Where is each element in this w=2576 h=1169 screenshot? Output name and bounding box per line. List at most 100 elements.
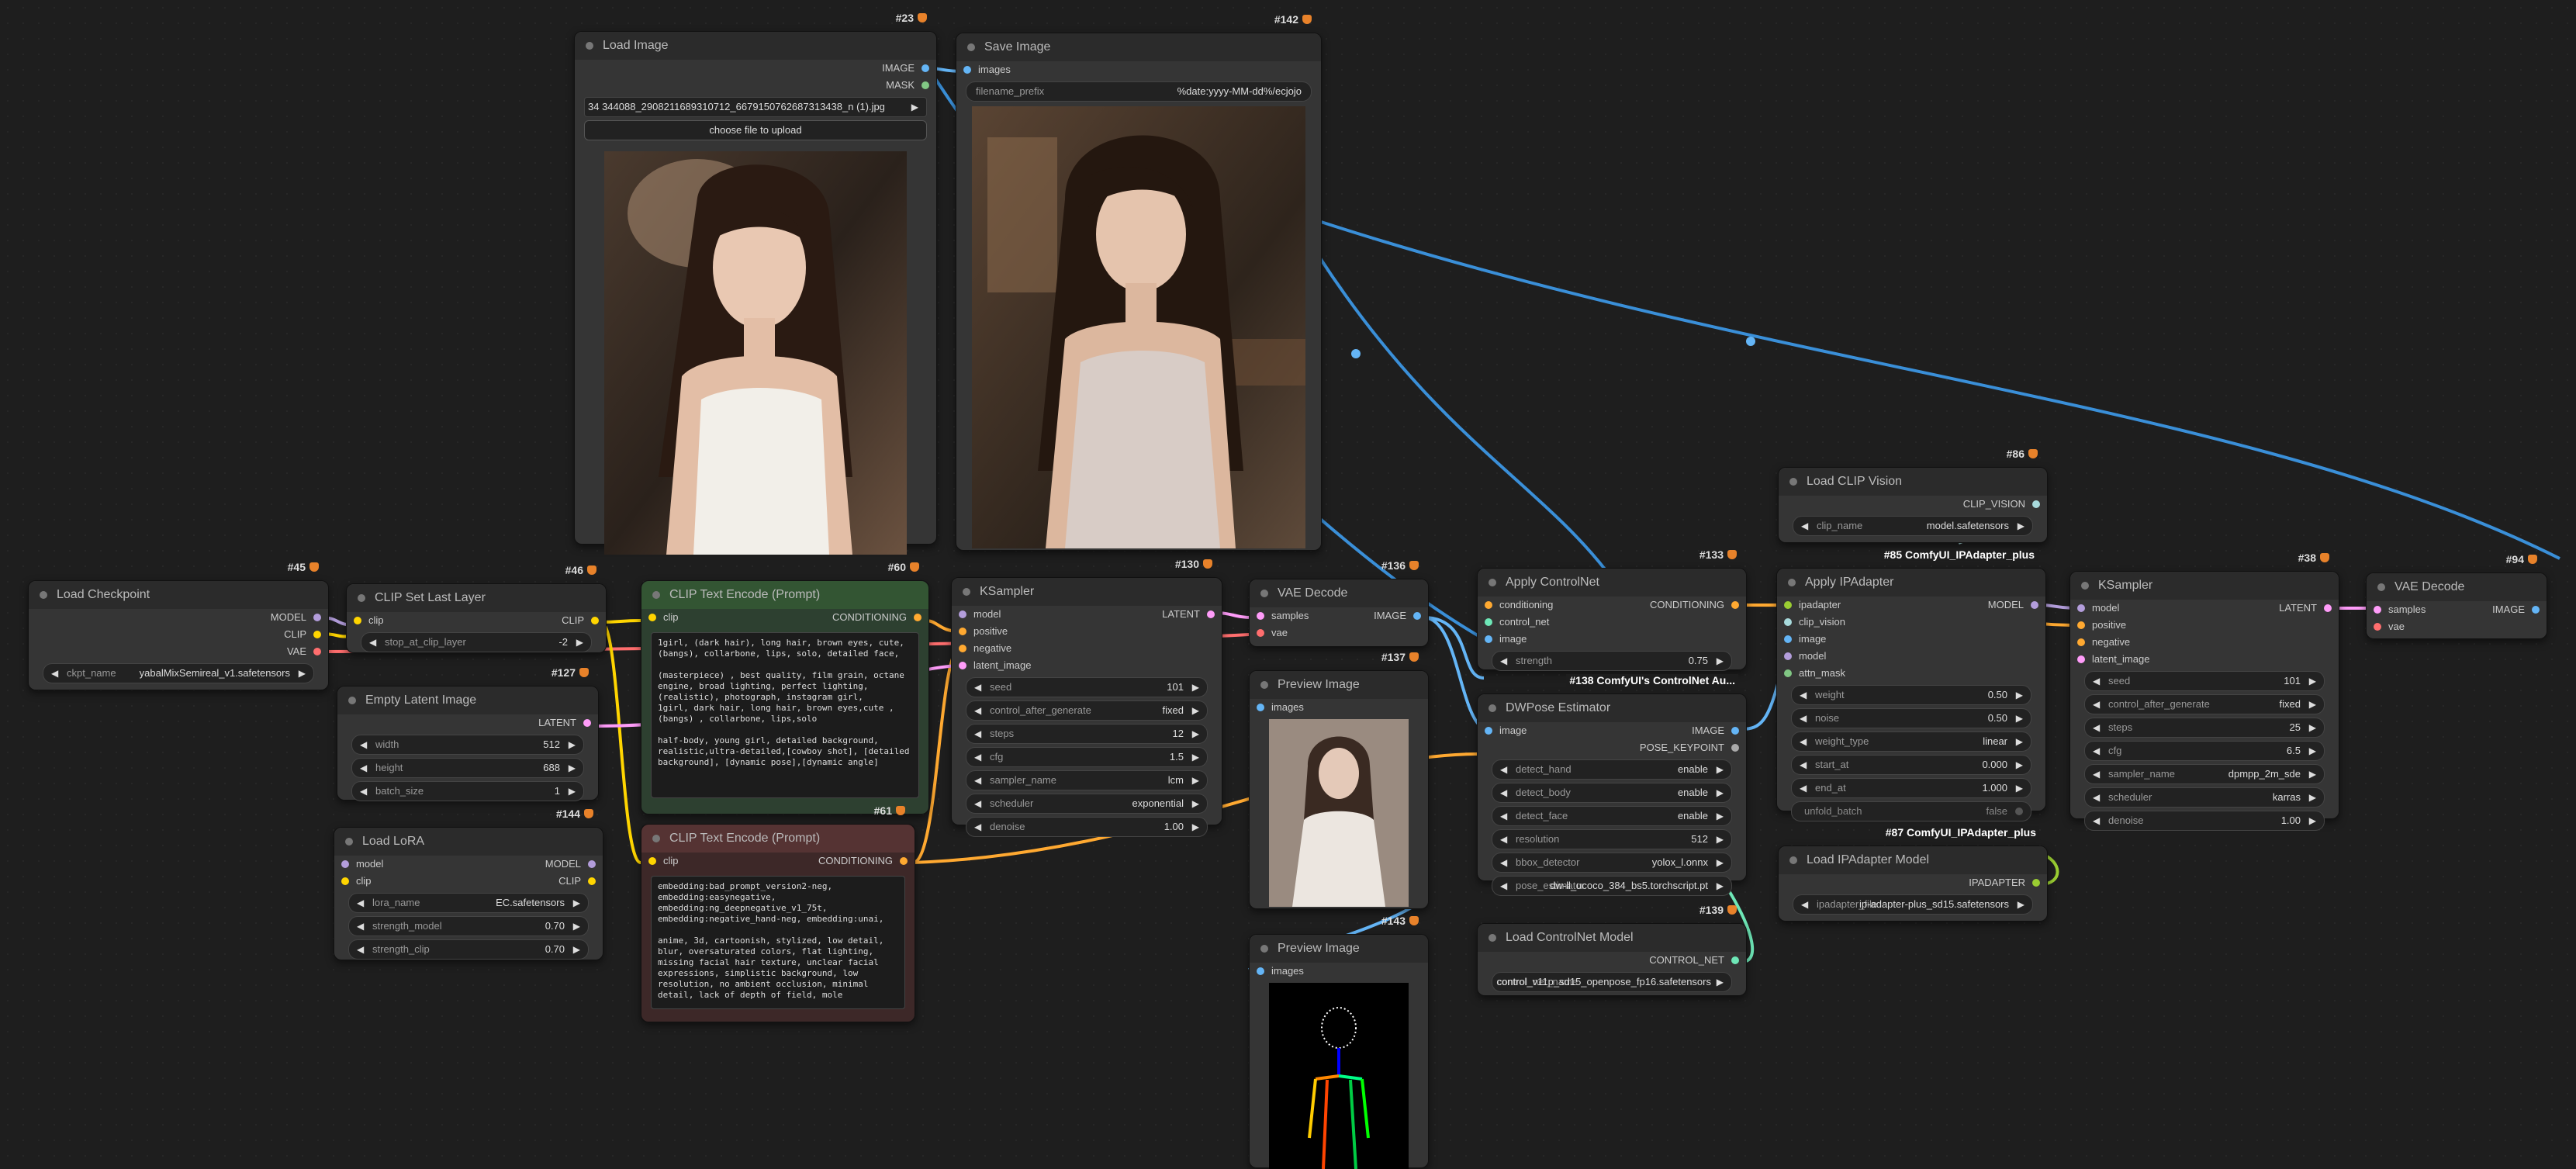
- scheduler-select[interactable]: ◀ scheduler exponential ▶: [966, 794, 1208, 814]
- node-title[interactable]: Save Image: [956, 33, 1321, 61]
- input-model[interactable]: model MODEL: [334, 856, 603, 873]
- seed-field[interactable]: ◀ seed 101 ▶: [2084, 671, 2325, 691]
- lora-name-select[interactable]: ◀ lora_name EC.safetensors ▶: [348, 893, 589, 913]
- strength-field[interactable]: ◀ strength 0.75 ▶: [1492, 651, 1732, 671]
- node-dwpose-estimator[interactable]: #138 ComfyUI's ControlNet Au... DWPose E…: [1477, 674, 1747, 896]
- input-latent-image[interactable]: latent_image: [2070, 651, 2339, 668]
- unfold-batch-toggle[interactable]: unfold_batch false: [1791, 801, 2031, 821]
- denoise-field[interactable]: ◀ denoise 1.00 ▶: [966, 817, 1208, 837]
- input-clip[interactable]: clip CONDITIONING: [641, 609, 928, 626]
- positive-prompt-textarea[interactable]: 1girl, (dark hair), long hair, brown eye…: [651, 632, 919, 798]
- choose-file-button[interactable]: choose file to upload: [584, 120, 927, 140]
- input-clip-vision[interactable]: clip_vision: [1777, 614, 2045, 631]
- node-title[interactable]: Apply ControlNet: [1478, 569, 1746, 597]
- ipadapter-file-select[interactable]: ◀ ipadapter_file ip-adapter-plus_sd15.safe…: [1793, 894, 2033, 915]
- resolution-field[interactable]: ◀ resolution 512 ▶: [1492, 829, 1732, 849]
- steps-field[interactable]: ◀ steps 25 ▶: [2084, 718, 2325, 738]
- node-title[interactable]: KSampler: [2070, 572, 2339, 600]
- output-clip[interactable]: CLIP: [29, 626, 328, 643]
- input-negative[interactable]: negative: [2070, 634, 2339, 651]
- node-vae-decode-2[interactable]: #94 VAE Decode samples IMAGE vae: [2366, 553, 2547, 639]
- start-at-field[interactable]: ◀ start_at 0.000 ▶: [1791, 755, 2031, 775]
- node-save-image[interactable]: #142 Save Image images filename_prefix %d…: [956, 13, 1322, 551]
- node-title[interactable]: Load LoRA: [334, 828, 603, 856]
- ckpt-name-select[interactable]: ◀ ckpt_name yabalMixSemireal_v1.safetensor…: [43, 663, 314, 683]
- input-vae[interactable]: vae: [2367, 618, 2547, 635]
- node-apply-controlnet[interactable]: #133 Apply ControlNet conditioning CONDIT…: [1477, 548, 1747, 671]
- image-file-select[interactable]: 34 344088_2908211689310712_6679150762687…: [584, 97, 927, 117]
- node-title[interactable]: Empty Latent Image: [337, 687, 598, 714]
- input-samples[interactable]: samples IMAGE: [2367, 601, 2547, 618]
- node-clip-text-encode-positive[interactable]: #60 CLIP Text Encode (Prompt) clip CONDIT…: [641, 561, 929, 814]
- input-model[interactable]: model LATENT: [952, 606, 1222, 623]
- detect-face-select[interactable]: ◀ detect_face enable ▶: [1492, 806, 1732, 826]
- input-control-net[interactable]: control_net: [1478, 614, 1746, 631]
- end-at-field[interactable]: ◀ end_at 1.000 ▶: [1791, 778, 2031, 798]
- node-title[interactable]: Apply IPAdapter: [1777, 569, 2045, 597]
- strength-clip-field[interactable]: ◀ strength_clip 0.70 ▶: [348, 939, 589, 960]
- node-title[interactable]: DWPose Estimator: [1478, 694, 1746, 722]
- scheduler-select[interactable]: ◀ scheduler karras ▶: [2084, 787, 2325, 808]
- node-title[interactable]: CLIP Text Encode (Prompt): [641, 581, 928, 609]
- output-clip-vision[interactable]: CLIP_VISION: [1779, 496, 2047, 513]
- node-title[interactable]: VAE Decode: [1250, 579, 1428, 607]
- filename-prefix-field[interactable]: filename_prefix %date:yyyy-MM-dd%/ecjojo: [966, 81, 1312, 102]
- seed-field[interactable]: ◀ seed 101 ▶: [966, 677, 1208, 697]
- input-negative[interactable]: negative: [952, 640, 1222, 657]
- output-mask[interactable]: MASK: [575, 77, 936, 94]
- weight-type-select[interactable]: ◀ weight_type linear ▶: [1791, 731, 2031, 752]
- node-title[interactable]: KSampler: [952, 578, 1222, 606]
- output-vae[interactable]: VAE: [29, 643, 328, 660]
- node-load-lora[interactable]: #144 Load LoRA model MODEL clip CLIP ◀ lora…: [334, 808, 603, 960]
- pose-estimator-select[interactable]: ◀ pose_estimator dw-ll_ucoco_384_bs5.torch…: [1492, 876, 1732, 896]
- node-empty-latent-image[interactable]: #127 Empty Latent Image LATENT ◀ width 512…: [337, 666, 599, 801]
- node-preview-image-2[interactable]: #143 Preview Image images: [1249, 915, 1429, 1169]
- output-model[interactable]: MODEL: [29, 609, 328, 626]
- node-title[interactable]: Preview Image: [1250, 671, 1428, 699]
- node-load-clip-vision[interactable]: #86 Load CLIP Vision CLIP_VISION ◀ clip_n…: [1778, 448, 2048, 543]
- input-image[interactable]: image IMAGE: [1478, 722, 1746, 739]
- node-title[interactable]: Preview Image: [1250, 935, 1428, 963]
- input-images[interactable]: images: [956, 61, 1321, 78]
- batch-size-field[interactable]: ◀ batch_size 1 ▶: [351, 781, 584, 801]
- input-positive[interactable]: positive: [2070, 617, 2339, 634]
- denoise-field[interactable]: ◀ denoise 1.00 ▶: [2084, 811, 2325, 831]
- noise-field[interactable]: ◀ noise 0.50 ▶: [1791, 708, 2031, 728]
- node-title[interactable]: Load CLIP Vision: [1779, 468, 2047, 496]
- node-clip-text-encode-negative[interactable]: #61 CLIP Text Encode (Prompt) clip CONDIT…: [641, 804, 915, 1022]
- output-image[interactable]: IMAGE: [575, 60, 936, 77]
- input-model[interactable]: model LATENT: [2070, 600, 2339, 617]
- cfg-field[interactable]: ◀ cfg 1.5 ▶: [966, 747, 1208, 767]
- input-conditioning[interactable]: conditioning CONDITIONING: [1478, 597, 1746, 614]
- node-title[interactable]: Load IPAdapter Model: [1779, 846, 2047, 874]
- node-load-image[interactable]: #23 Load Image IMAGE MASK 34 344088_2908…: [574, 12, 937, 555]
- input-image[interactable]: image: [1478, 631, 1746, 648]
- node-ksampler-2[interactable]: #38 KSampler model LATENT positive negati…: [2069, 552, 2339, 831]
- clip-name-select[interactable]: ◀ clip_name model.safetensors ▶: [1793, 516, 2033, 536]
- input-attn-mask[interactable]: attn_mask: [1777, 665, 2045, 682]
- node-clip-set-last-layer[interactable]: #46 CLIP Set Last Layer clip CLIP ◀ stop_a…: [346, 564, 607, 653]
- width-field[interactable]: ◀ width 512 ▶: [351, 735, 584, 755]
- strength-model-field[interactable]: ◀ strength_model 0.70 ▶: [348, 916, 589, 936]
- control-after-generate-select[interactable]: ◀ control_after_generate fixed ▶: [966, 700, 1208, 721]
- input-clip[interactable]: clip CLIP: [347, 612, 606, 629]
- detect-hand-select[interactable]: ◀ detect_hand enable ▶: [1492, 759, 1732, 780]
- node-title[interactable]: CLIP Set Last Layer: [347, 584, 606, 612]
- cfg-field[interactable]: ◀ cfg 6.5 ▶: [2084, 741, 2325, 761]
- steps-field[interactable]: ◀ steps 12 ▶: [966, 724, 1208, 744]
- control-net-name-select[interactable]: control_net_name control_v11p_sd15_openpo…: [1492, 972, 1732, 992]
- input-images[interactable]: images: [1250, 963, 1428, 980]
- control-after-generate-select[interactable]: ◀ control_after_generate fixed ▶: [2084, 694, 2325, 714]
- node-title[interactable]: CLIP Text Encode (Prompt): [641, 825, 915, 853]
- output-pose-keypoint[interactable]: POSE_KEYPOINT: [1478, 739, 1746, 756]
- input-model[interactable]: model: [1777, 648, 2045, 665]
- node-title[interactable]: Load ControlNet Model: [1478, 924, 1746, 952]
- input-positive[interactable]: positive: [952, 623, 1222, 640]
- bbox-detector-select[interactable]: ◀ bbox_detector yolox_l.onnx ▶: [1492, 853, 1732, 873]
- input-vae[interactable]: vae: [1250, 624, 1428, 642]
- node-load-ipadapter-model[interactable]: #87 ComfyUI_IPAdapter_plus Load IPAdapte…: [1778, 826, 2048, 922]
- input-clip[interactable]: clip CLIP: [334, 873, 603, 890]
- node-title[interactable]: VAE Decode: [2367, 573, 2547, 601]
- input-images[interactable]: images: [1250, 699, 1428, 716]
- node-apply-ipadapter[interactable]: #85 ComfyUI_IPAdapter_plus Apply IPAdapt…: [1776, 548, 2046, 821]
